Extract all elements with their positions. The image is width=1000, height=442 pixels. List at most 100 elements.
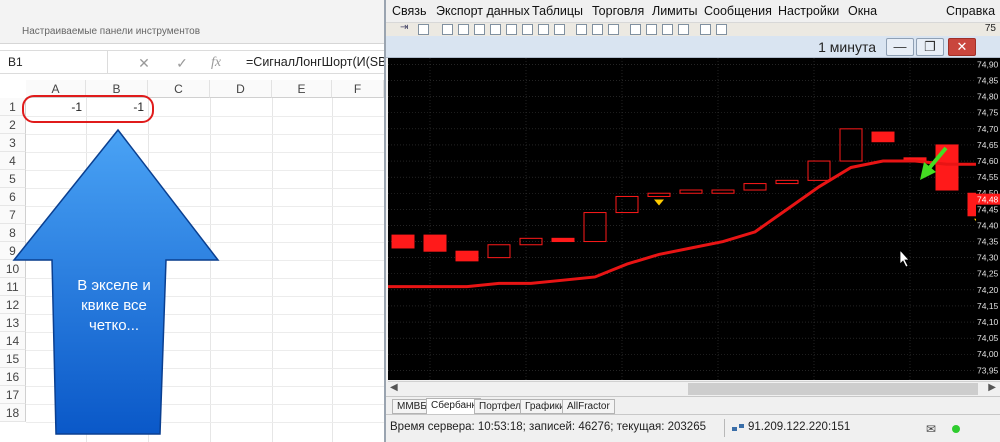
- tabs-bar: ММВБ Сбербанк Портфель Графики AllFracto…: [386, 396, 1000, 415]
- chart-icon-4[interactable]: [678, 24, 689, 35]
- server-address: 91.209.122.220:151: [748, 421, 851, 433]
- candle-14: [807, 160, 831, 181]
- price-scale: 74,90 74,85 74,80 74,75 74,70 74,65 74,60 74,55…: [976, 58, 1000, 380]
- candle-11: [711, 189, 735, 194]
- candle-12: [743, 183, 767, 191]
- candle-16: [871, 131, 895, 143]
- price-tick-label: 74,15: [977, 301, 999, 311]
- menu-connection[interactable]: Связь: [392, 4, 427, 18]
- table-icon-8[interactable]: [554, 24, 565, 35]
- menu-help[interactable]: Справка: [946, 4, 995, 18]
- chart-canvas[interactable]: [388, 58, 978, 380]
- hand-icon[interactable]: [592, 24, 603, 35]
- minimize-button[interactable]: —: [886, 38, 914, 56]
- price-tick-label: 74,55: [977, 172, 999, 182]
- quik-window: Связь Экспорт данных Таблицы Торговля Ли…: [384, 0, 1000, 442]
- tool-icon-1[interactable]: [418, 24, 429, 35]
- toolbar: ⇥ 75: [386, 22, 1000, 36]
- candle-3: [455, 250, 479, 262]
- chart-window-title: 1 минута: [818, 39, 876, 55]
- callout-text: В экселе и квике все четко...: [58, 276, 170, 336]
- candle-2: [423, 234, 447, 252]
- chart-icon-2[interactable]: [646, 24, 657, 35]
- window-icon-1[interactable]: [700, 24, 711, 35]
- menu-messages[interactable]: Сообщения: [704, 4, 772, 18]
- price-tick-label: 74,30: [977, 253, 999, 263]
- column-header-f[interactable]: F: [332, 80, 384, 98]
- candle-18: [935, 144, 959, 191]
- price-tick-label: 74,75: [977, 108, 999, 118]
- info-icon[interactable]: [576, 24, 587, 35]
- scrollbar-thumb[interactable]: [688, 383, 978, 395]
- restore-button[interactable]: ❐: [916, 38, 944, 56]
- price-tick-label: 74,25: [977, 269, 999, 279]
- price-tick-label: 74,35: [977, 237, 999, 247]
- tab-sberbank[interactable]: Сбербанк: [426, 398, 481, 415]
- table-icon-1[interactable]: [442, 24, 453, 35]
- column-header-e[interactable]: E: [272, 80, 332, 98]
- arrow-tool-icon[interactable]: ⇥: [400, 22, 411, 33]
- menu-bar: Связь Экспорт данных Таблицы Торговля Ли…: [386, 0, 1000, 22]
- order-icon[interactable]: [608, 24, 619, 35]
- price-tick-label: 73,95: [977, 365, 999, 375]
- column-header-c[interactable]: C: [148, 80, 210, 98]
- server-status: Время сервера: 10:53:18; записей: 46276;…: [390, 421, 706, 433]
- insert-function-icon[interactable]: fx: [206, 54, 226, 72]
- connection-status-icon: [952, 425, 960, 433]
- table-icon-7[interactable]: [538, 24, 549, 35]
- ribbon-group-label: Настраиваемые панели инструментов: [22, 26, 201, 37]
- chart-icon-1[interactable]: [630, 24, 641, 35]
- status-bar: Время сервера: 10:53:18; записей: 46276;…: [386, 414, 1000, 442]
- candle-1: [391, 234, 415, 249]
- chart-window-titlebar[interactable]: 1 минута — ❐ ✕: [386, 36, 1000, 58]
- formula-input[interactable]: =СигналЛонгШорт(И(SB: [246, 55, 384, 69]
- candle-10: [679, 189, 703, 194]
- price-tick-label: 74,80: [977, 92, 999, 102]
- menu-export[interactable]: Экспорт данных: [436, 4, 530, 18]
- excel-window: Настраиваемые панели инструментов B1 ✕ ✓…: [0, 0, 384, 442]
- tab-allfractor[interactable]: AllFractor: [562, 399, 615, 414]
- cancel-icon[interactable]: ✕: [134, 54, 154, 72]
- mail-icon[interactable]: ✉: [926, 422, 936, 436]
- name-box[interactable]: B1: [0, 51, 108, 74]
- price-tick-label: 74,90: [977, 59, 999, 69]
- formula-bar: B1 ✕ ✓ fx =СигналЛонгШорт(И(SB: [0, 50, 384, 74]
- scroll-left-icon[interactable]: ◀: [390, 382, 398, 393]
- menu-windows[interactable]: Окна: [848, 4, 877, 18]
- callout-line-3: четко...: [88, 317, 140, 334]
- table-icon-2[interactable]: [458, 24, 469, 35]
- table-icon-5[interactable]: [506, 24, 517, 35]
- price-tick-label: 74,70: [977, 124, 999, 134]
- menu-limits[interactable]: Лимиты: [652, 4, 697, 18]
- network-icon: [732, 424, 744, 431]
- table-icon-3[interactable]: [474, 24, 485, 35]
- ribbon: Настраиваемые панели инструментов: [0, 0, 384, 44]
- menu-trading[interactable]: Торговля: [592, 4, 644, 18]
- enter-icon[interactable]: ✓: [172, 54, 192, 72]
- price-tick-label: 74,60: [977, 156, 999, 166]
- candle-4: [487, 244, 511, 259]
- mouse-cursor-icon: [899, 248, 910, 268]
- candle-9: [647, 192, 671, 197]
- callout-line-2: квике все: [81, 297, 147, 314]
- close-button[interactable]: ✕: [948, 38, 976, 56]
- table-icon-4[interactable]: [490, 24, 501, 35]
- candle-7: [583, 212, 607, 243]
- price-tick-label: 74,20: [977, 285, 999, 295]
- window-icon-2[interactable]: [716, 24, 727, 35]
- scroll-right-icon[interactable]: ▶: [988, 382, 996, 393]
- toolbar-number: 75: [984, 23, 996, 34]
- current-price-label: 74,48: [977, 195, 999, 205]
- price-tick-label: 74,10: [977, 317, 999, 327]
- chart-icon-3[interactable]: [662, 24, 673, 35]
- horizontal-scrollbar[interactable]: ◀ ▶: [388, 381, 1000, 395]
- column-header-d[interactable]: D: [210, 80, 272, 98]
- price-chart[interactable]: [388, 58, 978, 380]
- candle-8: [615, 195, 639, 214]
- menu-tables[interactable]: Таблицы: [532, 4, 583, 18]
- price-tick-label: 74,45: [977, 204, 999, 214]
- table-icon-6[interactable]: [522, 24, 533, 35]
- up-arrow-callout: В экселе и квике все четко...: [0, 128, 240, 442]
- callout-line-1: В экселе и: [77, 277, 151, 294]
- menu-settings[interactable]: Настройки: [778, 4, 839, 18]
